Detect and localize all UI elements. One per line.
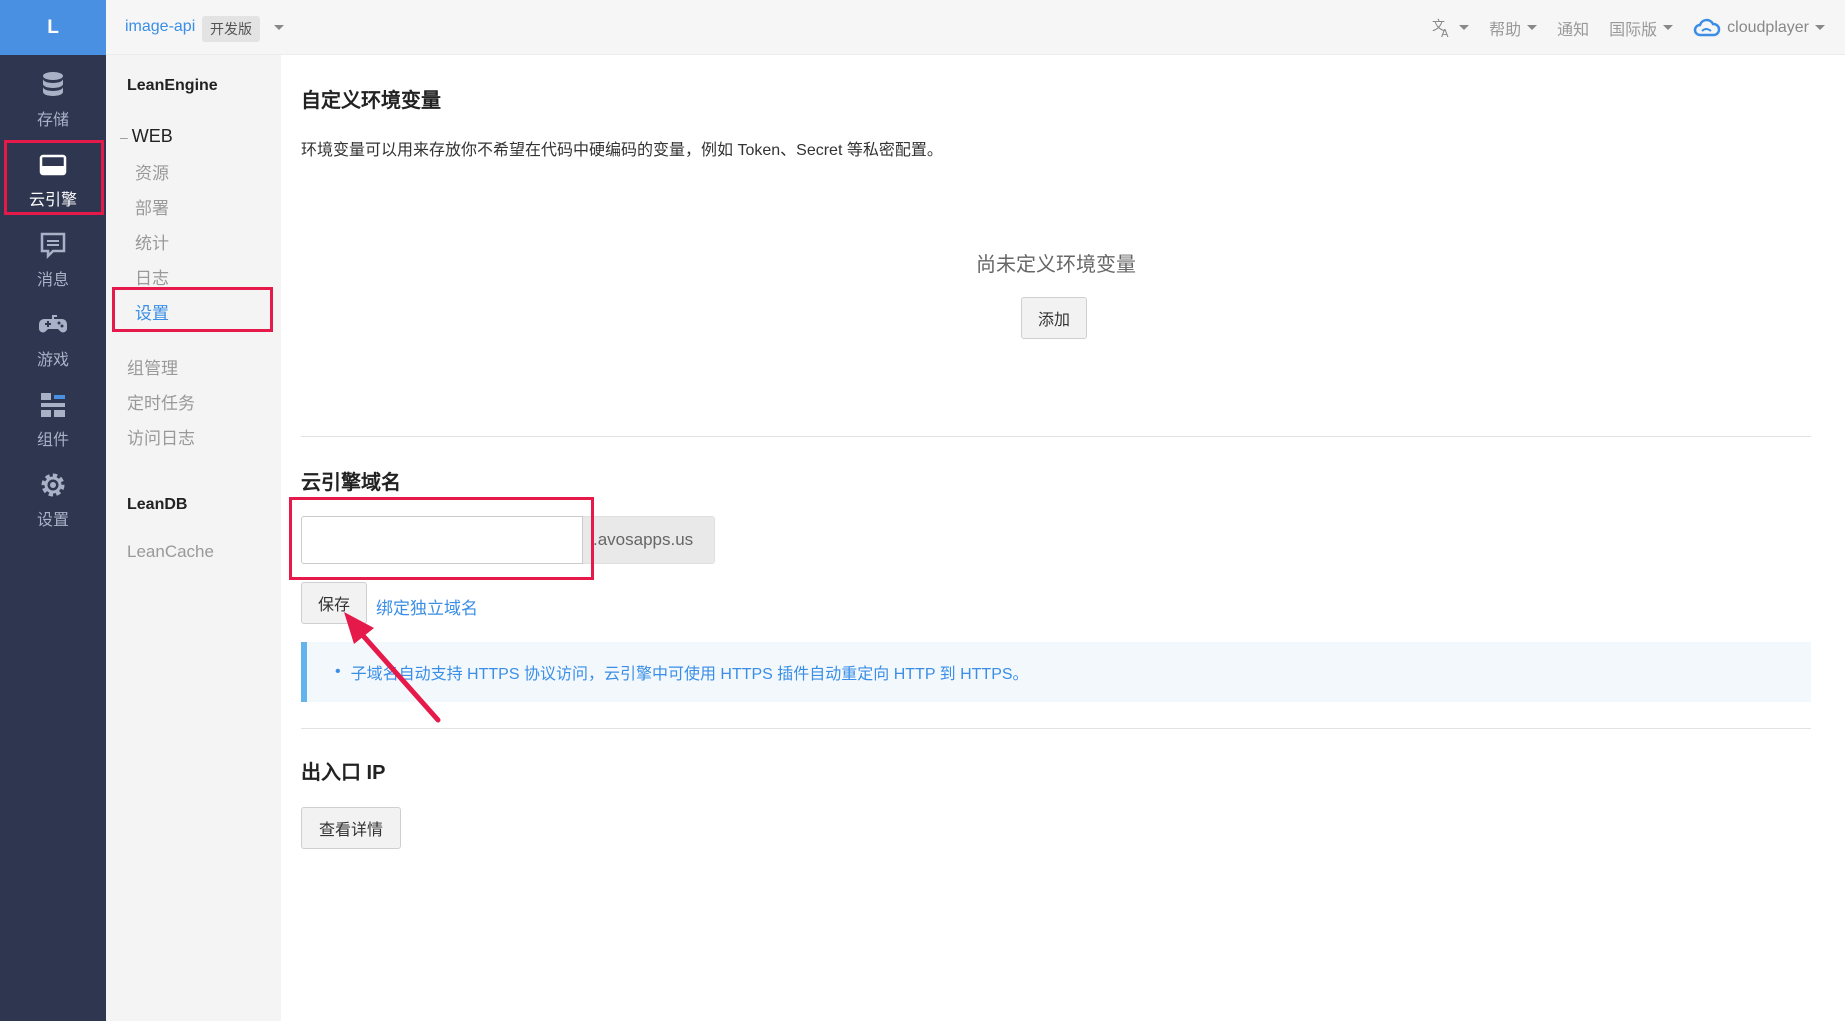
https-info-text: 子域名自动支持 HTTPS 协议访问，云引擎中可使用 HTTPS 插件自动重定向… — [350, 666, 1029, 683]
rail-item-component[interactable]: 组件 — [0, 380, 106, 460]
chevron-down-icon — [1663, 25, 1674, 30]
notify-link[interactable]: 通知 — [1557, 16, 1589, 40]
domain-title: 云引擎域名 — [301, 472, 401, 494]
chevron-down-icon — [1527, 25, 1538, 30]
domain-input[interactable] — [301, 516, 583, 564]
rail-item-game[interactable]: 游戏 — [0, 300, 106, 380]
chevron-down-icon — [274, 25, 284, 31]
chevron-down-icon — [1459, 25, 1470, 30]
env-title: 自定义环境变量 — [301, 90, 441, 112]
app-switch-caret[interactable] — [268, 19, 284, 37]
gear-icon — [41, 473, 65, 497]
main-content: 自定义环境变量 环境变量可以用来存放你不希望在代码中硬编码的变量，例如 Toke… — [281, 55, 1845, 1021]
rail-item-settings[interactable]: 设置 — [0, 460, 106, 540]
section-leanengine: LeanEngine — [127, 77, 218, 94]
bind-domain-link[interactable]: 绑定独立域名 — [376, 594, 478, 619]
rail-label: 游戏 — [36, 352, 69, 369]
region-menu[interactable]: 国际版 — [1609, 16, 1674, 40]
user-name: cloudplayer — [1727, 18, 1809, 36]
collapse-dash: – — [120, 129, 128, 145]
subnav-item-settings[interactable]: 设置 — [135, 299, 169, 324]
top-bar: image-api 开发版 文 A 帮助 通知 国际版 cloudplayer — [106, 0, 1845, 55]
help-label: 帮助 — [1489, 21, 1522, 39]
cloud-icon — [1693, 18, 1721, 36]
region-label: 国际版 — [1609, 21, 1658, 39]
rail-label: 存储 — [36, 112, 69, 129]
rail-label: 设置 — [36, 512, 69, 529]
https-info: • 子域名自动支持 HTTPS 协议访问，云引擎中可使用 HTTPS 插件自动重… — [301, 642, 1811, 702]
view-details-button[interactable]: 查看详情 — [301, 807, 401, 849]
bullet-icon: • — [335, 663, 341, 680]
section-leandb: LeanDB — [127, 496, 188, 513]
notify-label: 通知 — [1557, 21, 1590, 39]
subnav-item-leancache[interactable]: LeanCache — [127, 542, 214, 562]
divider — [301, 728, 1811, 729]
add-env-button[interactable]: 添加 — [1021, 297, 1087, 339]
app-name-link[interactable]: image-api — [125, 18, 195, 36]
subnav-item-stats[interactable]: 统计 — [135, 229, 169, 254]
chevron-down-icon — [1815, 25, 1825, 30]
secondary-nav: LeanEngine – WEB 资源 部署 统计 日志 设置 组管理 定时任务 … — [106, 55, 281, 1021]
app-logo[interactable]: L — [0, 0, 106, 55]
subnav-item-cron[interactable]: 定时任务 — [127, 389, 195, 414]
group-web-label: WEB — [131, 126, 173, 146]
engine-icon — [39, 154, 67, 176]
group-web[interactable]: – WEB — [120, 126, 173, 147]
domain-suffix: .avosapps.us — [583, 516, 715, 564]
message-icon — [40, 232, 66, 260]
main-rail: L 存储 云引擎 消息 游戏 组件 设置 — [0, 0, 106, 1021]
database-icon — [43, 72, 63, 96]
user-menu[interactable]: cloudplayer — [1693, 18, 1825, 38]
language-menu[interactable]: 文 A — [1431, 17, 1470, 39]
rail-item-engine[interactable]: 云引擎 — [0, 140, 106, 220]
svg-text:A: A — [1441, 27, 1449, 39]
gamepad-icon — [39, 315, 67, 333]
rail-label: 消息 — [36, 272, 69, 289]
subnav-item-deploy[interactable]: 部署 — [135, 194, 169, 219]
env-description: 环境变量可以用来存放你不希望在代码中硬编码的变量，例如 Token、Secret… — [301, 142, 943, 159]
subnav-item-logs[interactable]: 日志 — [135, 264, 169, 289]
env-empty-text: 尚未定义环境变量 — [976, 254, 1136, 276]
subnav-item-access-log[interactable]: 访问日志 — [127, 424, 195, 449]
rail-label: 组件 — [36, 432, 69, 449]
ip-title: 出入口 IP — [301, 762, 386, 784]
app-plan-badge: 开发版 — [202, 16, 260, 42]
subnav-item-groups[interactable]: 组管理 — [127, 354, 178, 379]
subnav-item-resources[interactable]: 资源 — [135, 159, 169, 184]
help-menu[interactable]: 帮助 — [1489, 16, 1538, 40]
rail-label: 云引擎 — [28, 192, 77, 209]
rail-item-message[interactable]: 消息 — [0, 220, 106, 300]
divider — [301, 436, 1811, 437]
translate-icon: 文 A — [1432, 19, 1449, 39]
save-button[interactable]: 保存 — [301, 582, 367, 624]
rail-item-storage[interactable]: 存储 — [0, 60, 106, 140]
component-icon — [41, 393, 65, 417]
